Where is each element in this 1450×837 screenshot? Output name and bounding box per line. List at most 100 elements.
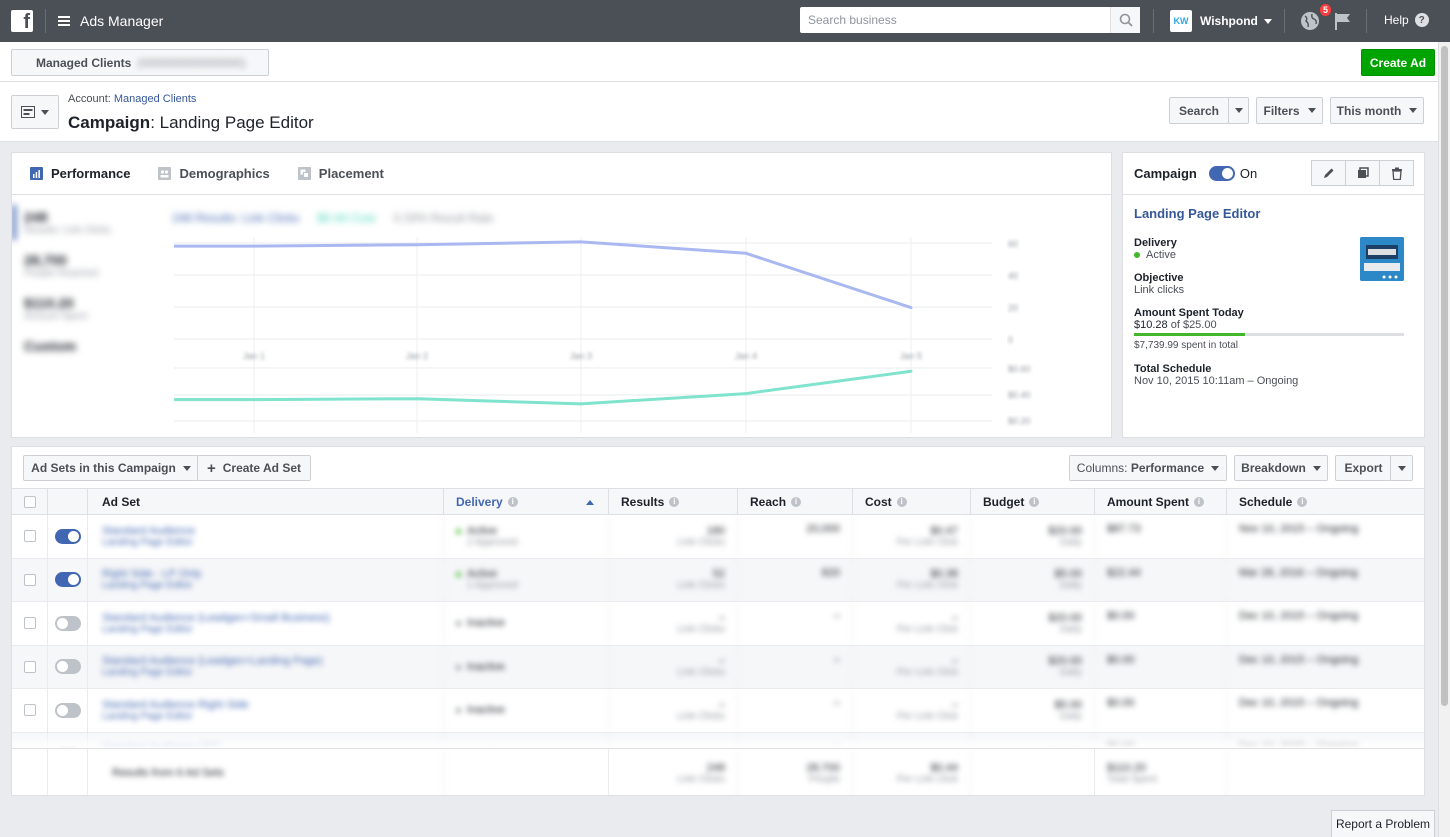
page-title: Campaign: Landing Page Editor xyxy=(68,113,314,132)
campaign-view-icon xyxy=(21,106,35,118)
campaign-name-link[interactable]: Landing Page Editor xyxy=(1134,206,1413,221)
ad-set-status-toggle[interactable] xyxy=(54,659,81,675)
row-checkbox[interactable] xyxy=(23,573,36,586)
schedule-value: Dec 10, 2015 – Ongoing xyxy=(1239,697,1359,709)
ad-set-status-toggle[interactable] xyxy=(54,572,81,588)
row-checkbox[interactable] xyxy=(23,704,36,717)
create-ad-set-button[interactable]: + Create Ad Set xyxy=(197,455,311,481)
account-id: (000000000000000) xyxy=(137,55,246,70)
y-tick-label: $0.40 xyxy=(1008,390,1031,400)
breadcrumb-managed-clients-link[interactable]: Managed Clients xyxy=(114,93,197,105)
column-header-schedule[interactable]: Schedule i xyxy=(1227,489,1424,514)
y-tick-label: $0.60 xyxy=(1008,364,1031,374)
campaign-panel-body: Landing Page Editor Delivery Active Obje… xyxy=(1123,195,1424,409)
ad-set-status-toggle[interactable] xyxy=(54,528,81,544)
ad-set-name-link[interactable]: Standard Audience xyxy=(102,525,431,537)
breakdown-dropdown[interactable]: Breakdown xyxy=(1234,455,1328,481)
column-header-reach[interactable]: Reach i xyxy=(738,489,853,514)
ad-set-status-toggle[interactable] xyxy=(54,615,81,631)
column-header-amount-spent[interactable]: Amount Spent i xyxy=(1095,489,1227,514)
info-icon[interactable]: i xyxy=(1297,496,1308,507)
table-row[interactable]: Standard Audience (Leadgen+Small Busines… xyxy=(12,602,1424,646)
ad-set-status-toggle[interactable] xyxy=(54,702,81,718)
info-icon[interactable]: i xyxy=(1029,496,1040,507)
app-title[interactable]: Ads Manager xyxy=(80,13,163,29)
select-all-checkbox[interactable] xyxy=(23,495,36,508)
column-header-budget[interactable]: Budget i xyxy=(971,489,1095,514)
export-dropdown-button[interactable] xyxy=(1390,455,1413,481)
view-switcher-button[interactable] xyxy=(11,95,59,129)
ad-sets-view-dropdown[interactable]: Ad Sets in this Campaign xyxy=(23,455,199,481)
scroll-fade xyxy=(12,733,1424,749)
managed-clients-selector[interactable]: Managed Clients (000000000000000) xyxy=(11,49,269,76)
columns-dropdown[interactable]: Columns: Performance xyxy=(1069,455,1227,481)
campaign-status-toggle[interactable] xyxy=(1208,166,1235,181)
chevron-down-icon xyxy=(1211,465,1220,471)
search-filter-button[interactable]: Search xyxy=(1169,97,1229,124)
amount-spent-value: $22.44 xyxy=(1107,566,1141,579)
report-problem-button[interactable]: Report a Problem xyxy=(1331,810,1435,837)
managed-clients-label: Managed Clients xyxy=(36,55,132,70)
facebook-logo-icon[interactable]: f xyxy=(11,10,33,33)
amount-spent-value: $0.00 xyxy=(1107,653,1135,666)
delivery-status: Inactive xyxy=(456,617,596,629)
column-header-results[interactable]: Results i xyxy=(609,489,738,514)
chart-point-cost xyxy=(744,392,748,396)
campaign-details-panel: Campaign On Landing Page Editor Delivery… xyxy=(1122,152,1425,438)
table-row[interactable]: Standard Audience Landing Page Editor Acti… xyxy=(12,515,1424,559)
ad-set-name-link[interactable]: Right Side - LP Only xyxy=(102,568,431,580)
total-schedule-label: Total Schedule xyxy=(1134,363,1212,375)
flag-button[interactable] xyxy=(1333,11,1353,34)
info-icon[interactable]: i xyxy=(896,496,907,507)
results-value: – xyxy=(718,611,725,624)
business-search xyxy=(800,7,1140,33)
ad-set-name-link[interactable]: Standard Audience Right Side xyxy=(102,699,431,711)
table-row[interactable]: Right Side - LP Only Landing Page Editor A… xyxy=(12,558,1424,602)
account-switcher[interactable]: KW Wishpond xyxy=(1170,10,1272,32)
chart-point-cost xyxy=(909,369,913,373)
search-button[interactable] xyxy=(1110,7,1140,33)
row-checkbox[interactable] xyxy=(23,617,36,630)
create-ad-button[interactable]: Create Ad xyxy=(1361,49,1435,76)
schedule-value: Dec 10, 2015 – Ongoing xyxy=(1239,610,1359,622)
delete-button[interactable] xyxy=(1379,160,1414,186)
export-button[interactable]: Export xyxy=(1335,455,1392,481)
search-dropdown-button[interactable] xyxy=(1228,97,1249,124)
ad-set-campaign: Landing Page Editor xyxy=(102,580,193,592)
column-header-ad-set[interactable]: Ad Set xyxy=(88,489,444,514)
info-icon[interactable]: i xyxy=(791,496,802,507)
chart-point-cost xyxy=(252,398,256,402)
column-header-delivery[interactable]: Delivery i xyxy=(444,489,609,514)
table-row[interactable]: Standard Audience (Leadgen+Landing Page)… xyxy=(12,645,1424,689)
reach-value: – xyxy=(833,653,840,666)
date-range-button[interactable]: This month xyxy=(1330,97,1424,124)
summary-reach: 28,700 People xyxy=(738,749,853,795)
business-search-input[interactable] xyxy=(800,7,1110,33)
menu-icon[interactable] xyxy=(58,16,70,26)
duplicate-button[interactable] xyxy=(1345,160,1380,186)
filters-button[interactable]: Filters xyxy=(1256,97,1323,124)
info-icon[interactable]: i xyxy=(1194,496,1204,507)
account-name: Wishpond xyxy=(1200,14,1258,28)
ad-set-name-link[interactable]: Standard Audience (Leadgen+Landing Page) xyxy=(102,655,431,667)
table-row[interactable]: Standard Audience Right Side Landing Page… xyxy=(12,689,1424,733)
scrollbar-thumb[interactable] xyxy=(1441,46,1448,706)
edit-button[interactable] xyxy=(1311,160,1346,186)
cost-value: $0.38 xyxy=(930,568,958,581)
column-header-cost[interactable]: Cost i xyxy=(853,489,971,514)
page-scrollbar[interactable] xyxy=(1438,42,1450,837)
results-value: 180 xyxy=(706,524,725,537)
ad-set-name-link[interactable]: Standard Audience (Leadgen+Small Busines… xyxy=(102,612,431,624)
breadcrumb: Account: Managed Clients xyxy=(68,93,197,105)
row-checkbox[interactable] xyxy=(23,530,36,543)
help-menu[interactable]: Help ? xyxy=(1384,13,1429,27)
row-checkbox[interactable] xyxy=(23,660,36,673)
ad-set-campaign: Landing Page Editor xyxy=(102,536,193,548)
notifications-button[interactable] xyxy=(1300,11,1320,34)
info-icon[interactable]: i xyxy=(507,496,518,507)
info-icon[interactable]: i xyxy=(669,496,680,507)
budget-value: $20.00 xyxy=(1048,611,1082,624)
chevron-down-icon xyxy=(1307,108,1316,113)
flag-icon xyxy=(1335,13,1350,30)
select-all-cell xyxy=(12,489,48,514)
